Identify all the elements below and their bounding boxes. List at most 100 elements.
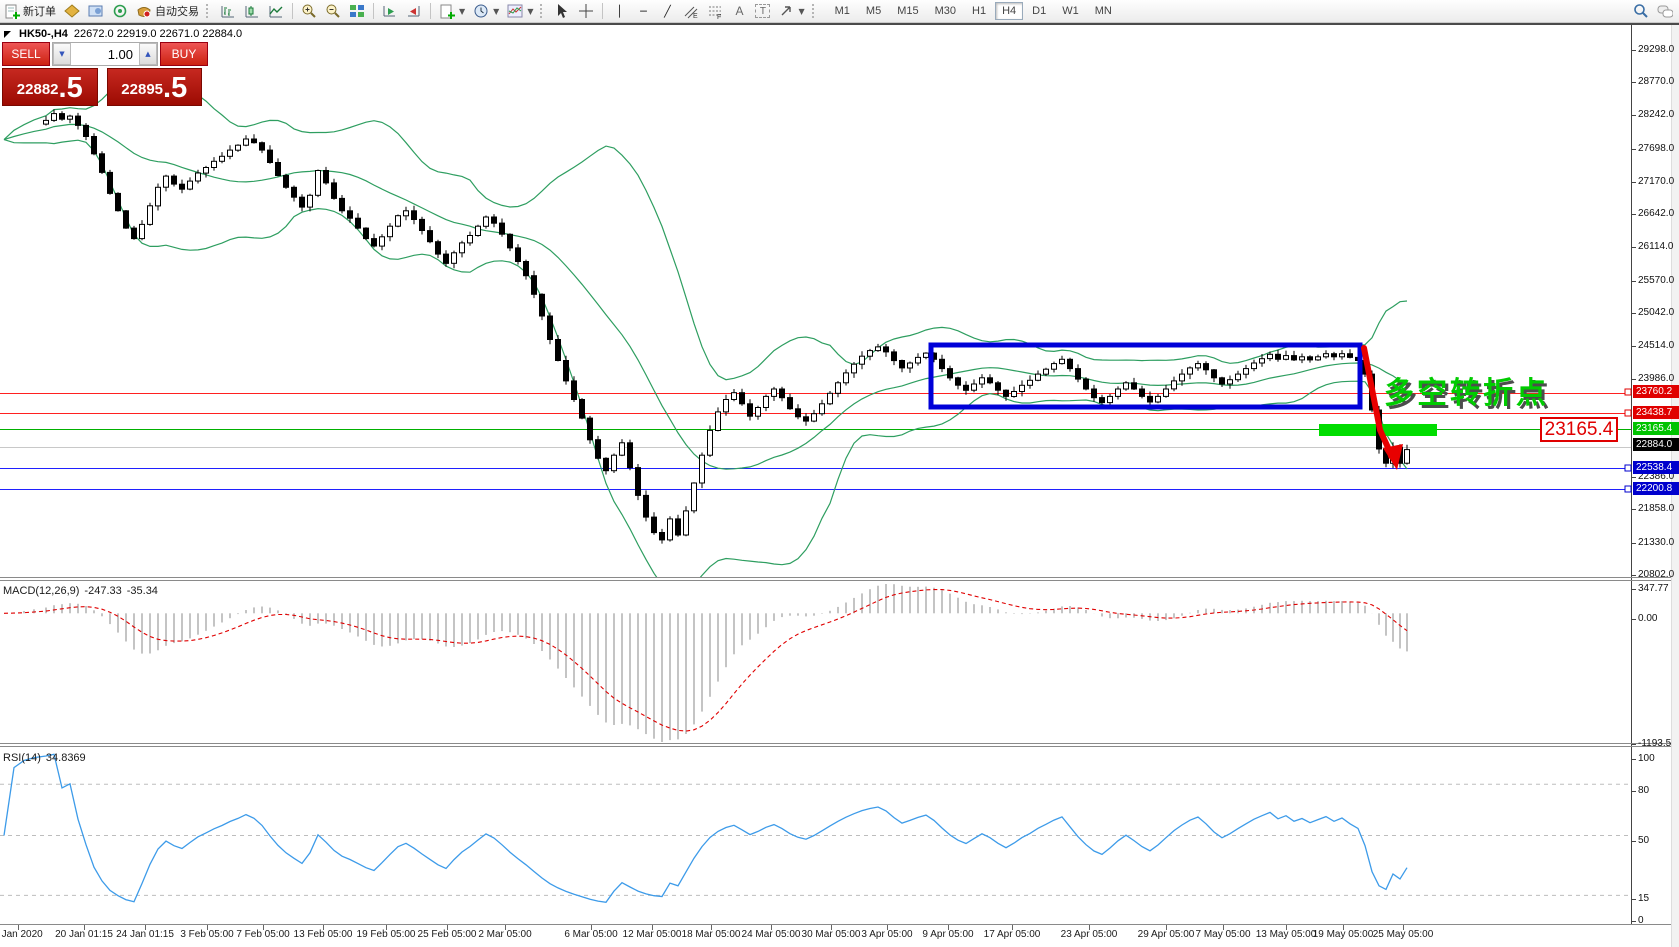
text-label-icon: T <box>755 4 770 18</box>
fibonacci-icon: F <box>707 3 723 19</box>
timeframe-m30[interactable]: M30 <box>928 2 963 20</box>
vertical-line-tool[interactable]: │ <box>607 1 631 21</box>
time-axis-label: 30 Mar 05:00 <box>802 929 861 940</box>
price-axis-label: 28242.0 <box>1638 109 1674 120</box>
profiles-button[interactable]: ▼ <box>469 1 503 21</box>
zoom-out-button[interactable] <box>321 1 345 21</box>
price-tag: 23438.7 <box>1633 406 1679 419</box>
timeframe-h4[interactable]: H4 <box>995 2 1023 20</box>
macd-name: MACD(12,26,9) <box>3 585 79 597</box>
timeframe-m15[interactable]: M15 <box>890 2 925 20</box>
autotrade-button[interactable]: 自动交易 <box>132 1 203 21</box>
price-axis-label: 27698.0 <box>1638 143 1674 154</box>
text-label-tool[interactable]: T <box>751 2 774 20</box>
volume-increase-button[interactable]: ▲ <box>139 43 157 65</box>
time-axis-label: 25 Feb 05:00 <box>418 929 477 940</box>
buy-price: 22895 <box>121 77 163 103</box>
chart-symbol-timeframe: HK50-,H4 <box>19 28 68 40</box>
buy-price-panel[interactable]: 22895 .5 <box>107 68 203 106</box>
horizontal-line-tool[interactable]: ─ <box>631 1 655 21</box>
macd-histogram <box>4 584 1407 742</box>
time-axis-label: 6 Mar 05:00 <box>564 929 617 940</box>
rsi-plot <box>0 754 1631 902</box>
toolbar-grip <box>206 4 213 18</box>
cursor-tool-button[interactable] <box>550 1 574 21</box>
time-axis-label: 25 May 05:00 <box>1373 929 1434 940</box>
fibonacci-tool[interactable]: F <box>703 1 727 21</box>
rsi-value: 34.8369 <box>46 752 86 764</box>
crosshair-tool-button[interactable] <box>574 1 598 21</box>
time-axis-label: 20 Jan 01:15 <box>55 929 113 940</box>
channel-tool[interactable]: E <box>679 1 703 21</box>
chart-title: HK50-,H4 22672.0 22919.0 22671.0 22884.0 <box>4 28 242 40</box>
arrows-tool[interactable]: ▼ <box>774 1 808 21</box>
price-axis-label: 26114.0 <box>1638 241 1673 252</box>
rsi-axis-label: 15 <box>1638 893 1649 904</box>
price-callout-box[interactable]: 23165.4 <box>1540 417 1618 442</box>
chat-icon[interactable] <box>1657 3 1673 19</box>
chart-canvas[interactable] <box>0 0 1679 947</box>
vertical-line-icon: │ <box>611 3 627 19</box>
candlestick-button[interactable] <box>240 1 264 21</box>
bollinger-middle <box>4 124 1407 469</box>
tile-windows-button[interactable] <box>345 1 369 21</box>
search-icon[interactable] <box>1633 3 1649 19</box>
volume-decrease-button[interactable]: ▼ <box>53 43 71 65</box>
price-tag: 22884.0 <box>1633 438 1679 451</box>
autotrade-icon <box>136 3 152 19</box>
timeframe-w1[interactable]: W1 <box>1055 2 1086 20</box>
trend-annotation-text[interactable]: 多空转折点 <box>1384 368 1549 412</box>
bar-chart-button[interactable] <box>216 1 240 21</box>
crosshair-icon <box>578 3 594 19</box>
volume-input[interactable] <box>71 43 139 65</box>
rsi-indicator-label: RSI(14) 34.8369 <box>3 752 86 764</box>
sell-button[interactable]: SELL <box>2 42 50 66</box>
toolbar-separator <box>373 3 374 19</box>
signals-button[interactable] <box>108 1 132 21</box>
zoom-in-button[interactable] <box>297 1 321 21</box>
new-order-button[interactable]: 新订单 <box>0 1 60 21</box>
macd-indicator-label: MACD(12,26,9) -247.33 -35.34 <box>3 585 158 597</box>
navigator-button[interactable] <box>84 1 108 21</box>
rsi-name: RSI(14) <box>3 752 41 764</box>
price-tag: 22538.4 <box>1633 461 1679 474</box>
text-tool[interactable]: A <box>727 1 751 21</box>
line-chart-icon <box>268 3 284 19</box>
macd-axis-label: 347.77 <box>1638 583 1669 594</box>
chart-cursor-icon <box>4 31 11 38</box>
timeframe-d1[interactable]: D1 <box>1025 2 1053 20</box>
tile-windows-icon <box>349 3 365 19</box>
price-axis-label: 25570.0 <box>1638 275 1674 286</box>
trendline-tool[interactable]: ╱ <box>655 1 679 21</box>
time-axis-label: 2 Mar 05:00 <box>478 929 531 940</box>
sell-price-panel[interactable]: 22882 .5 <box>2 68 98 106</box>
timeframe-m1[interactable]: M1 <box>828 2 857 20</box>
line-chart-button[interactable] <box>264 1 288 21</box>
trend-rectangle[interactable] <box>931 345 1360 407</box>
triangle-down-icon: ▼ <box>59 50 64 58</box>
time-axis-label: 24 Jan 01:15 <box>116 929 174 940</box>
chart-shift-button[interactable] <box>402 1 426 21</box>
rsi-axis-label: 50 <box>1638 835 1649 846</box>
buy-button[interactable]: BUY <box>160 42 208 66</box>
timeframe-h1[interactable]: H1 <box>965 2 993 20</box>
rsi-axis-label: 80 <box>1638 785 1649 796</box>
auto-scroll-button[interactable] <box>378 1 402 21</box>
price-axis-label: 25042.0 <box>1638 307 1674 318</box>
horizontal-line-icon: ─ <box>635 3 651 19</box>
time-axis-label: 29 Apr 05:00 <box>1138 929 1195 940</box>
new-chart-button[interactable]: ▼ <box>435 1 469 21</box>
timeframe-m5[interactable]: M5 <box>859 2 888 20</box>
chevron-down-icon: ▼ <box>493 7 499 16</box>
time-axis-label: 17 Apr 05:00 <box>984 929 1041 940</box>
time-axis-label: 12 Mar 05:00 <box>623 929 682 940</box>
macd-value: -247.33 <box>84 585 121 597</box>
main-plot <box>0 72 1631 594</box>
market-watch-button[interactable] <box>60 1 84 21</box>
timeframe-mn[interactable]: MN <box>1088 2 1119 20</box>
toolbar-grip <box>540 4 547 18</box>
channel-icon: E <box>683 3 699 19</box>
one-click-trading-panel: SELL ▼ ▲ BUY 22882 .5 22895 .5 <box>2 42 202 106</box>
indicators-button[interactable]: ▼ <box>503 1 537 21</box>
sell-price: 22882 <box>17 77 59 103</box>
